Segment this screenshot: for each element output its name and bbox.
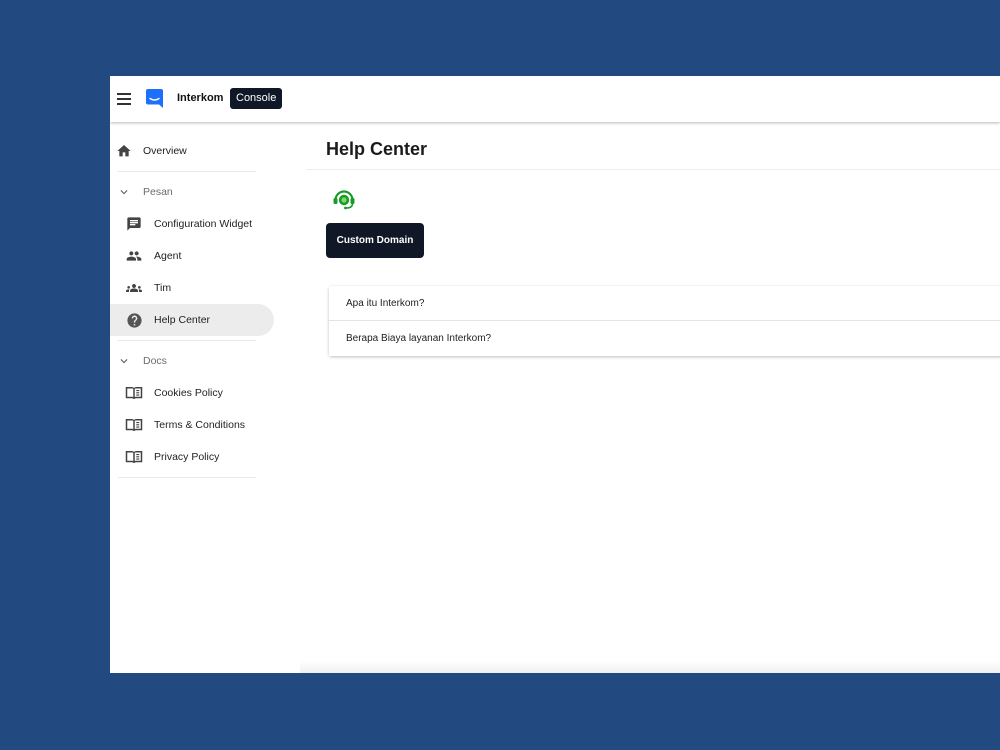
- sidebar-item-label: Terms & Conditions: [154, 419, 246, 431]
- console-badge: Console: [230, 88, 283, 109]
- faq-list: Apa itu Interkom? Berapa Biaya layanan I…: [329, 286, 1000, 356]
- help-icon: [125, 311, 143, 329]
- book-icon: [125, 416, 143, 434]
- chat-icon: [125, 215, 143, 233]
- sidebar-item-tim[interactable]: Tim: [110, 272, 274, 304]
- chevron-down-icon: [115, 352, 133, 370]
- sidebar-item-overview[interactable]: Overview: [110, 135, 274, 167]
- page-title: Help Center: [326, 139, 428, 159]
- sidebar-divider: [118, 340, 256, 341]
- section-label: Pesan: [143, 186, 173, 198]
- sidebar-item-configuration-widget[interactable]: Configuration Widget: [110, 208, 274, 240]
- sidebar-item-label: Configuration Widget: [154, 218, 253, 230]
- sidebar-item-label: Privacy Policy: [154, 451, 220, 463]
- people-icon: [125, 247, 143, 265]
- main-content: Help Center Custom Domain Apa itu Interk…: [306, 122, 1000, 673]
- title-divider: [306, 169, 1000, 170]
- sidebar-item-label: Tim: [154, 282, 172, 294]
- sidebar-item-label: Cookies Policy: [154, 387, 223, 399]
- sidebar-item-help-center[interactable]: Help Center: [110, 304, 274, 336]
- section-toggle-docs[interactable]: Docs: [110, 345, 274, 377]
- interkom-logo-icon: [146, 89, 163, 108]
- section-label: Docs: [143, 355, 167, 367]
- sidebar-divider: [118, 477, 256, 478]
- book-icon: [125, 384, 143, 402]
- sidebar-item-agent[interactable]: Agent: [110, 240, 274, 272]
- faq-item[interactable]: Apa itu Interkom?: [329, 286, 1000, 321]
- faq-item[interactable]: Berapa Biaya layanan Interkom?: [329, 321, 1000, 356]
- chevron-down-icon: [115, 183, 133, 201]
- app-window: Interkom Console Overview Pesan Configur…: [110, 76, 1000, 673]
- sidebar-item-label: Overview: [143, 145, 187, 157]
- book-icon: [125, 448, 143, 466]
- support-agent-icon: [333, 190, 355, 210]
- sidebar-item-label: Agent: [154, 250, 182, 262]
- sidebar-item-privacy-policy[interactable]: Privacy Policy: [110, 441, 274, 473]
- hamburger-menu-icon[interactable]: [117, 93, 131, 105]
- brand-name: Interkom: [177, 92, 224, 104]
- sidebar: Overview Pesan Configuration Widget Agen…: [110, 122, 300, 673]
- sidebar-item-label: Help Center: [154, 314, 211, 326]
- sidebar-divider: [118, 171, 256, 172]
- groups-icon: [125, 279, 143, 297]
- sidebar-item-cookies-policy[interactable]: Cookies Policy: [110, 377, 274, 409]
- bottom-shadow: [300, 661, 1000, 673]
- section-toggle-pesan[interactable]: Pesan: [110, 176, 274, 208]
- sidebar-item-terms-conditions[interactable]: Terms & Conditions: [110, 409, 274, 441]
- top-bar: Interkom Console: [110, 76, 1000, 122]
- custom-domain-button[interactable]: Custom Domain: [326, 223, 424, 258]
- home-icon: [115, 142, 133, 160]
